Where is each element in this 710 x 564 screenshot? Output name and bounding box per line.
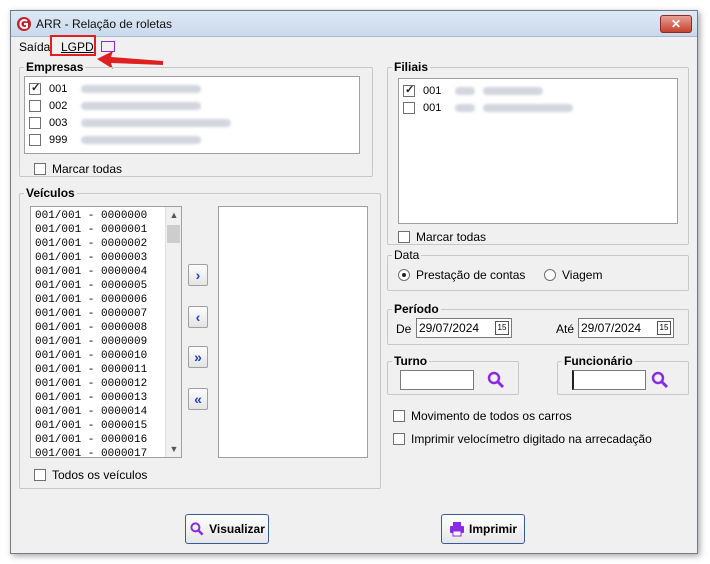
scroll-down-icon[interactable]: ▼ bbox=[166, 441, 181, 457]
add-vehicle-button[interactable]: › bbox=[188, 264, 208, 286]
printer-icon bbox=[449, 522, 464, 537]
empresas-list[interactable]: 001 002 003 999 bbox=[24, 76, 360, 154]
redacted-name bbox=[81, 118, 231, 127]
checkbox[interactable] bbox=[403, 83, 415, 97]
turno-legend: Turno bbox=[392, 354, 430, 368]
list-item[interactable]: 001 bbox=[403, 82, 543, 99]
list-item[interactable]: 001 bbox=[403, 99, 573, 116]
radio-viagem[interactable]: Viagem bbox=[544, 268, 602, 282]
list-item[interactable]: 001/001 - 0000011 bbox=[35, 363, 147, 377]
lgpd-highlight-box bbox=[50, 35, 96, 56]
veiculos-available-list[interactable]: 001/001 - 0000000 001/001 - 0000001 001/… bbox=[30, 206, 182, 458]
velocimetro-checkbox[interactable]: Imprimir velocímetro digitado na arrecad… bbox=[393, 432, 652, 446]
date-to-field[interactable]: 29/07/2024 15 bbox=[578, 318, 674, 338]
redacted-name bbox=[483, 103, 573, 112]
list-item[interactable]: 001/001 - 0000016 bbox=[35, 433, 147, 447]
filiais-legend: Filiais bbox=[392, 60, 431, 74]
list-item[interactable]: 001/001 - 0000000 bbox=[35, 209, 147, 223]
list-item[interactable]: 003 bbox=[29, 114, 231, 131]
list-item[interactable]: 001 bbox=[29, 80, 201, 97]
data-group: Data Prestação de contas Viagem bbox=[387, 248, 689, 291]
redacted-name bbox=[81, 101, 201, 110]
todos-veiculos-checkbox[interactable]: Todos os veículos bbox=[34, 468, 147, 482]
funcionario-input[interactable] bbox=[572, 370, 646, 390]
list-item[interactable]: 001/001 - 0000008 bbox=[35, 321, 147, 335]
app-window: ARR - Relação de roletas ✕ Saída LGPD Em… bbox=[10, 10, 698, 554]
turno-group: Turno bbox=[387, 354, 519, 395]
de-label: De bbox=[396, 322, 412, 336]
movimento-checkbox[interactable]: Movimento de todos os carros bbox=[393, 409, 572, 423]
list-item[interactable]: 001/001 - 0000007 bbox=[35, 307, 147, 321]
checkbox[interactable] bbox=[398, 231, 410, 243]
empresas-marcar-todas[interactable]: Marcar todas bbox=[34, 162, 122, 176]
calendar-icon[interactable]: 15 bbox=[495, 321, 509, 335]
imprimir-button[interactable]: Imprimir bbox=[441, 514, 525, 544]
checkbox[interactable] bbox=[403, 101, 415, 114]
list-item[interactable]: 001/001 - 0000003 bbox=[35, 251, 147, 265]
close-button[interactable]: ✕ bbox=[660, 15, 692, 33]
radio-prestacao[interactable]: Prestação de contas bbox=[398, 268, 525, 282]
checkbox[interactable] bbox=[29, 116, 41, 129]
list-item[interactable]: 001/001 - 0000015 bbox=[35, 419, 147, 433]
scroll-thumb[interactable] bbox=[167, 225, 180, 243]
calendar-icon[interactable]: 15 bbox=[657, 321, 671, 335]
empresas-group: Empresas 001 002 003 999 bbox=[19, 60, 373, 177]
search-icon bbox=[190, 522, 204, 536]
veiculos-scrollbar[interactable]: ▲ ▼ bbox=[165, 207, 181, 457]
checkbox[interactable] bbox=[393, 433, 405, 445]
ate-label: Até bbox=[556, 322, 575, 336]
redacted-name bbox=[483, 86, 543, 95]
periodo-group: Período De 29/07/2024 15 Até 29/07/2024 … bbox=[387, 302, 689, 345]
search-icon[interactable] bbox=[486, 370, 506, 390]
veiculos-legend: Veículos bbox=[24, 186, 77, 200]
title-bar: ARR - Relação de roletas ✕ bbox=[11, 11, 697, 37]
list-item[interactable]: 001/001 - 0000009 bbox=[35, 335, 147, 349]
checkbox[interactable] bbox=[34, 469, 46, 481]
funcionario-legend: Funcionário bbox=[562, 354, 635, 368]
list-item[interactable]: 999 bbox=[29, 131, 201, 148]
redacted-name bbox=[455, 103, 475, 112]
list-item[interactable]: 001/001 - 0000013 bbox=[35, 391, 147, 405]
checkbox[interactable] bbox=[34, 163, 46, 175]
list-item[interactable]: 002 bbox=[29, 97, 201, 114]
visualizar-button[interactable]: Visualizar bbox=[185, 514, 269, 544]
checkbox[interactable] bbox=[29, 81, 41, 95]
radio-button[interactable] bbox=[544, 269, 556, 281]
list-item[interactable]: 001/001 - 0000005 bbox=[35, 279, 147, 293]
redacted-name bbox=[81, 84, 201, 93]
list-item[interactable]: 001/001 - 0000004 bbox=[35, 265, 147, 279]
redacted-name bbox=[81, 135, 201, 144]
veiculos-selected-list[interactable] bbox=[218, 206, 368, 458]
search-icon[interactable] bbox=[650, 370, 670, 390]
redacted-name bbox=[455, 86, 475, 95]
list-item[interactable]: 001/001 - 0000001 bbox=[35, 223, 147, 237]
empresas-legend: Empresas bbox=[24, 60, 86, 74]
remove-vehicle-button[interactable]: ‹ bbox=[188, 306, 208, 328]
checkbox[interactable] bbox=[29, 99, 41, 112]
remove-all-vehicles-button[interactable]: « bbox=[188, 388, 208, 410]
checkbox[interactable] bbox=[29, 133, 41, 146]
filiais-marcar-todas[interactable]: Marcar todas bbox=[398, 230, 486, 244]
list-item[interactable]: 001/001 - 0000002 bbox=[35, 237, 147, 251]
filiais-group: Filiais 001 001 Marcar todas bbox=[387, 60, 689, 245]
scroll-up-icon[interactable]: ▲ bbox=[166, 207, 181, 223]
app-logo-icon bbox=[17, 17, 31, 31]
checkbox[interactable] bbox=[393, 410, 405, 422]
periodo-legend: Período bbox=[392, 302, 441, 316]
menu-saida[interactable]: Saída bbox=[19, 40, 50, 54]
list-item[interactable]: 001/001 - 0000012 bbox=[35, 377, 147, 391]
add-all-vehicles-button[interactable]: » bbox=[188, 346, 208, 368]
date-from-field[interactable]: 29/07/2024 15 bbox=[416, 318, 512, 338]
list-item[interactable]: 001/001 - 0000006 bbox=[35, 293, 147, 307]
filiais-list[interactable]: 001 001 bbox=[398, 78, 678, 224]
radio-button[interactable] bbox=[398, 269, 410, 281]
list-item[interactable]: 001/001 - 0000010 bbox=[35, 349, 147, 363]
list-item[interactable]: 001/001 - 0000017 bbox=[35, 447, 147, 457]
funcionario-group: Funcionário bbox=[557, 354, 689, 395]
window-title: ARR - Relação de roletas bbox=[36, 17, 173, 31]
data-legend: Data bbox=[392, 248, 422, 262]
veiculos-group: Veículos 001/001 - 0000000 001/001 - 000… bbox=[19, 186, 381, 489]
turno-input[interactable] bbox=[400, 370, 474, 390]
list-item[interactable]: 001/001 - 0000014 bbox=[35, 405, 147, 419]
